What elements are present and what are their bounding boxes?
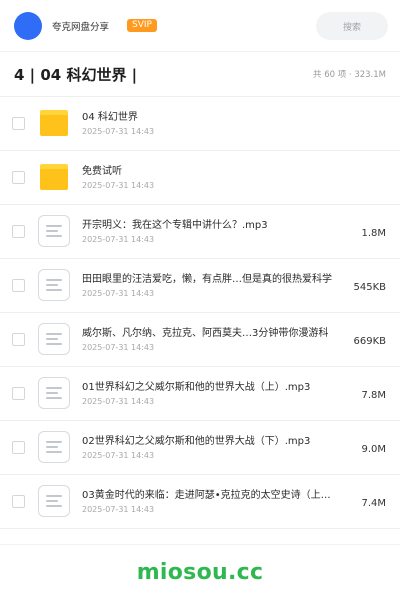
brand-name: 夸克网盘分享 <box>52 21 110 33</box>
file-date: 2025-07-31 14:43 <box>82 397 155 406</box>
file-list: 04 科幻世界 2025-07-31 14:43 免费试听 2025-07-31 14… <box>0 97 400 529</box>
file-size: 1.8M <box>359 228 386 239</box>
file-row[interactable]: 03黄金时代的来临：走进阿瑟•克拉克的太空史诗（上… 2025-07-31 14:… <box>0 475 400 529</box>
top-bar: 夸克网盘分享 SVIP 搜索 <box>0 0 400 52</box>
folder-item-count: 共 60 项 · 323.1M <box>313 70 386 80</box>
file-name[interactable]: 开宗明义：我在这个专辑中讲什么？.mp3 <box>82 216 354 231</box>
file-row[interactable]: 田田眼里的汪洁爱吃，懒，有点胖…但是真的很热爱科学 2025-07-31 14:4… <box>0 259 400 313</box>
document-icon <box>38 269 70 301</box>
select-checkbox[interactable] <box>12 225 25 238</box>
file-name[interactable]: 02世界科幻之父威尔斯和他的世界大战（下）.mp3 <box>82 432 354 447</box>
file-date: 2025-07-31 14:43 <box>82 505 155 514</box>
file-date: 2025-07-31 14:43 <box>82 235 155 244</box>
file-row[interactable]: 04 科幻世界 2025-07-31 14:43 <box>0 97 400 151</box>
file-name[interactable]: 04 科幻世界 <box>82 108 354 123</box>
file-name[interactable]: 田田眼里的汪洁爱吃，懒，有点胖…但是真的很热爱科学 <box>82 270 354 285</box>
avatar[interactable] <box>14 11 42 40</box>
select-checkbox[interactable] <box>12 279 25 292</box>
file-row[interactable]: 01世界科幻之父威尔斯和他的世界大战（上）.mp3 2025-07-31 14:4… <box>0 367 400 421</box>
file-date: 2025-07-31 14:43 <box>82 343 155 352</box>
file-name[interactable]: 免费试听 <box>82 162 354 177</box>
file-row[interactable]: 免费试听 2025-07-31 14:43 <box>0 151 400 205</box>
document-icon <box>38 431 70 463</box>
file-size: 7.4M <box>359 498 386 509</box>
file-date: 2025-07-31 14:43 <box>82 451 155 460</box>
document-icon <box>38 215 70 247</box>
file-date: 2025-07-31 14:43 <box>82 127 155 136</box>
site-watermark: miosou.cc <box>136 560 264 585</box>
file-name[interactable]: 威尔斯、凡尔纳、克拉克、阿西莫夫…3分钟带你漫游科 <box>82 324 354 339</box>
select-checkbox[interactable] <box>12 171 25 184</box>
file-row[interactable]: 开宗明义：我在这个专辑中讲什么？.mp3 2025-07-31 14:43 1.8M <box>0 205 400 259</box>
file-row[interactable]: 威尔斯、凡尔纳、克拉克、阿西莫夫…3分钟带你漫游科 2025-07-31 14:4… <box>0 313 400 367</box>
file-row[interactable]: 02世界科幻之父威尔斯和他的世界大战（下）.mp3 2025-07-31 14:4… <box>0 421 400 475</box>
select-checkbox[interactable] <box>12 495 25 508</box>
folder-icon <box>38 161 70 193</box>
file-size: 7.8M <box>359 390 386 401</box>
file-size: 669KB <box>351 336 386 347</box>
select-checkbox[interactable] <box>12 117 25 130</box>
select-checkbox[interactable] <box>12 387 25 400</box>
document-icon <box>38 485 70 517</box>
file-name[interactable]: 03黄金时代的来临：走进阿瑟•克拉克的太空史诗（上… <box>82 486 354 501</box>
svip-badge: SVIP <box>127 18 157 33</box>
search-button[interactable]: 搜索 <box>316 12 388 40</box>
file-name[interactable]: 01世界科幻之父威尔斯和他的世界大战（上）.mp3 <box>82 378 354 393</box>
file-size: 9.0M <box>359 444 386 455</box>
file-size: 545KB <box>351 282 386 293</box>
select-checkbox[interactable] <box>12 441 25 454</box>
document-icon <box>38 377 70 409</box>
folder-title-bar: 4 | 04 科幻世界 | 共 60 项 · 323.1M <box>0 52 400 97</box>
select-checkbox[interactable] <box>12 333 25 346</box>
file-date: 2025-07-31 14:43 <box>82 181 155 190</box>
folder-icon <box>38 107 70 139</box>
footer: miosou.cc <box>0 544 400 600</box>
folder-title: 4 | 04 科幻世界 | <box>14 65 138 84</box>
file-date: 2025-07-31 14:43 <box>82 289 155 298</box>
document-icon <box>38 323 70 355</box>
